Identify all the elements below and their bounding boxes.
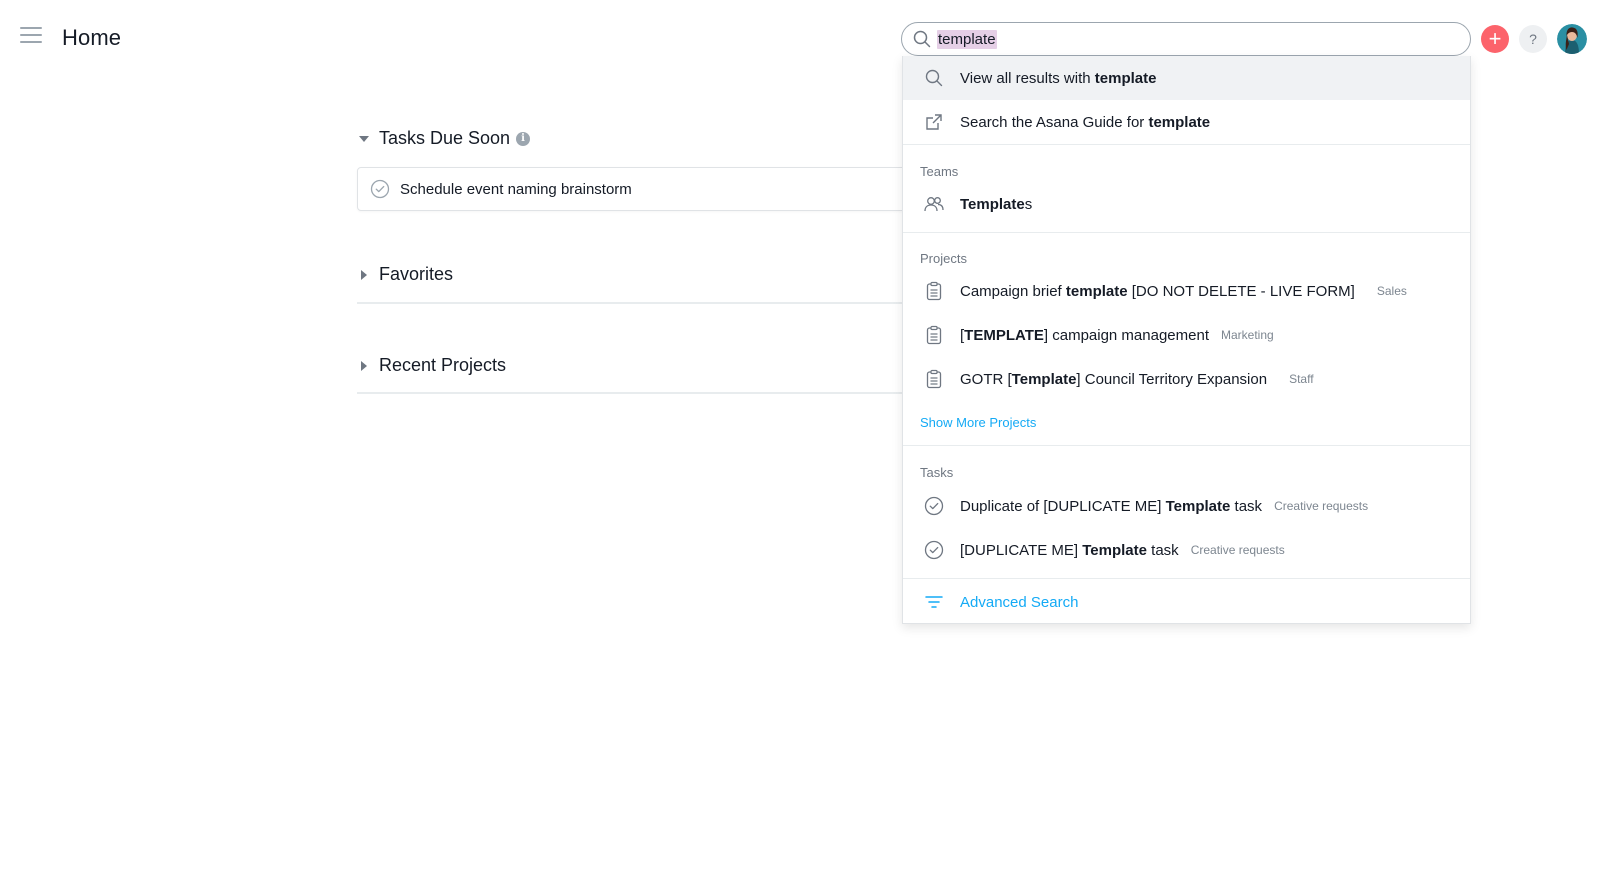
avatar[interactable] [1557,24,1587,54]
project-name-before: GOTR [ [960,370,1012,388]
team-name-rest: s [1024,195,1033,213]
help-button[interactable]: ? [1519,25,1547,53]
tasks-due-soon-header[interactable]: Tasks Due Soon i [355,128,531,149]
project-name-match: TEMPLATE [964,326,1044,344]
task-row[interactable]: Schedule event naming brainstorm [357,167,917,211]
advanced-search-option[interactable]: Advanced Search [903,580,1470,624]
page-title: Home [62,25,122,50]
task-name: Schedule event naming brainstorm [400,180,632,198]
recent-projects-label: Recent Projects [379,355,507,375]
view-all-results-option[interactable]: View all results with template [903,56,1470,100]
project-name-after: [DO NOT DELETE - LIVE FORM] [1127,282,1355,300]
caret-right-icon [361,360,367,371]
show-more-projects-link[interactable]: Show More Projects [920,415,1036,430]
info-icon[interactable]: i [516,131,531,146]
guide-prefix: Search the Asana Guide for [960,113,1149,131]
view-all-term: template [1094,69,1157,87]
search-results-dropdown: View all results with template Search th… [902,56,1471,624]
task-name-match: Template [1165,497,1231,515]
divider [357,392,917,394]
hamburger-menu-icon[interactable] [20,27,42,49]
search-bar[interactable]: template [901,22,1471,56]
project-result-item[interactable]: [TEMPLATE] campaign management Marketing [903,313,1470,357]
task-result-item[interactable]: Duplicate of [DUPLICATE ME] Template tas… [903,484,1470,528]
project-name-after: ] campaign management [1043,326,1209,344]
team-name-match: Template [960,195,1025,213]
project-name-match: template [1065,282,1128,300]
teams-section-header: Teams [920,164,959,179]
search-icon [925,69,943,87]
search-guide-option[interactable]: Search the Asana Guide for template [903,100,1470,144]
recent-projects-header[interactable]: Recent Projects [355,355,506,376]
task-name-after: task [1147,541,1179,559]
favorites-label: Favorites [379,264,454,284]
task-project: Creative requests [1274,499,1369,513]
project-name-before: Campaign brief [960,282,1066,300]
project-clipboard-icon [926,369,942,389]
project-clipboard-icon [926,281,942,301]
user-avatar-image [1557,24,1587,54]
divider [903,232,1470,233]
search-input[interactable]: template [937,30,997,49]
external-link-icon [926,114,942,130]
check-circle-icon [924,540,944,560]
tasks-section-header: Tasks [920,465,954,480]
favorites-header[interactable]: Favorites [355,264,453,285]
project-team: Sales [1376,284,1407,298]
search-icon [913,30,931,48]
caret-down-icon [359,135,369,142]
divider [903,578,1470,579]
divider [357,302,917,304]
task-name-after: task [1230,497,1263,515]
team-icon [924,197,944,212]
task-name-before: Duplicate of [DUPLICATE ME] [960,497,1166,515]
divider [903,144,1470,145]
project-team: Marketing [1221,328,1274,342]
caret-right-icon [361,269,367,280]
tasks-due-soon-label: Tasks Due Soon [379,128,511,148]
team-result-item[interactable]: Templates [903,182,1470,226]
project-clipboard-icon [926,325,942,345]
view-all-prefix: View all results with [960,69,1095,87]
task-name-match: Template [1082,541,1147,559]
check-circle-icon [924,496,944,516]
projects-section-header: Projects [920,251,967,266]
project-result-item[interactable]: Campaign brief template [DO NOT DELETE -… [903,269,1470,313]
project-name-match: Template [1011,370,1077,388]
project-team: Staff [1289,372,1314,386]
quick-add-button[interactable]: + [1481,25,1509,53]
task-project: Creative requests [1190,543,1285,557]
task-result-item[interactable]: [DUPLICATE ME] Template task Creative re… [903,528,1470,572]
divider [903,445,1470,446]
check-circle-icon[interactable] [370,179,390,199]
guide-term: template [1148,113,1211,131]
task-name-before: [DUPLICATE ME] [960,541,1083,559]
project-name-after: ] Council Territory Expansion [1076,370,1268,388]
project-result-item[interactable]: GOTR [Template] Council Territory Expans… [903,357,1470,401]
filter-icon [925,596,943,608]
advanced-search-label: Advanced Search [960,593,1079,611]
